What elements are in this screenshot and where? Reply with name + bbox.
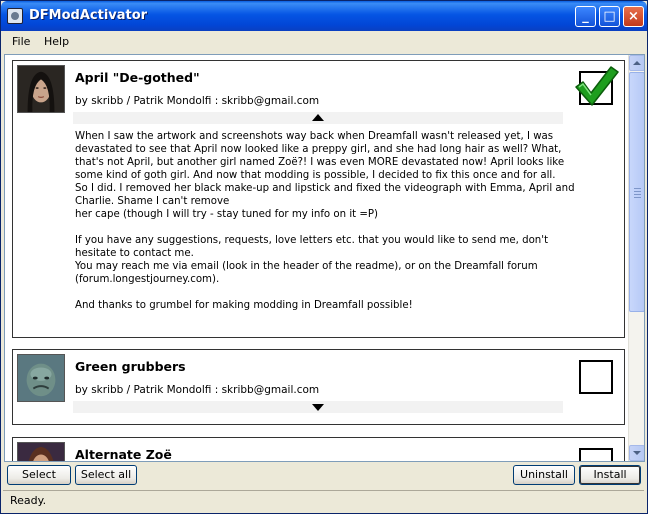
minimize-button[interactable]: _ — [575, 6, 596, 27]
expand-toggle[interactable] — [73, 401, 563, 413]
menu-file[interactable]: File — [12, 35, 30, 48]
app-icon[interactable] — [7, 8, 23, 24]
grip-line — [634, 197, 641, 198]
collapse-toggle[interactable] — [73, 112, 563, 124]
collapse-arrow-icon — [312, 114, 324, 121]
mod-panel-april: April "De-gothed" by skribb / Patrik Mon… — [12, 60, 625, 338]
mod-thumbnail-green-grubbers — [17, 354, 65, 402]
select-none-button[interactable]: Select none — [7, 465, 71, 499]
title-bar[interactable]: DFModActivator _ □ × — [1, 1, 647, 31]
mod-thumbnail-april — [17, 65, 65, 113]
menu-bar: File Help — [1, 31, 647, 52]
mod-description: When I saw the artwork and screenshots w… — [75, 130, 595, 325]
select-all-button[interactable]: Select all — [75, 465, 137, 485]
grip-line — [634, 194, 641, 195]
mod-title: April "De-gothed" — [75, 70, 200, 85]
window-title: DFModActivator — [29, 8, 148, 23]
mod-author: by skribb / Patrik Mondolfi : skribb@gma… — [75, 384, 320, 396]
mod-checkbox[interactable] — [579, 448, 613, 461]
maximize-button[interactable]: □ — [599, 6, 620, 27]
app-window: DFModActivator _ □ × File Help April "De… — [0, 0, 648, 514]
scroll-down-button[interactable] — [629, 445, 644, 461]
mod-checkbox[interactable] — [579, 360, 613, 394]
status-bar: Ready. — [3, 490, 644, 510]
grip-line — [634, 191, 641, 192]
install-button[interactable]: Install — [579, 465, 641, 485]
mod-list[interactable]: April "De-gothed" by skribb / Patrik Mon… — [4, 54, 645, 462]
description-paragraph: When I saw the artwork and screenshots w… — [75, 131, 575, 220]
scroll-thumb[interactable] — [629, 72, 644, 312]
mod-author: by skribb / Patrik Mondolfi : skribb@gma… — [75, 95, 320, 107]
scroll-up-button[interactable] — [629, 55, 644, 71]
mod-panel-alternate-zoe: Alternate Zoë — [12, 437, 625, 462]
expand-arrow-icon — [312, 404, 324, 411]
menu-help[interactable]: Help — [44, 35, 69, 48]
scroll-down-icon — [633, 451, 641, 455]
mod-panel-green-grubbers: Green grubbers by skribb / Patrik Mondol… — [12, 349, 625, 425]
mod-checkbox[interactable] — [575, 66, 619, 106]
mod-thumbnail-alternate-zoe — [17, 442, 65, 461]
checkmark-icon — [575, 66, 619, 106]
mod-title: Alternate Zoë — [75, 447, 172, 462]
close-button[interactable]: × — [623, 6, 644, 27]
mod-title: Green grubbers — [75, 359, 186, 374]
description-paragraph: And thanks to grumbel for making modding… — [75, 300, 413, 311]
grip-line — [634, 188, 641, 189]
vertical-scrollbar[interactable] — [628, 55, 644, 461]
description-paragraph: If you have any suggestions, requests, l… — [75, 235, 549, 285]
uninstall-button[interactable]: Uninstall — [513, 465, 575, 485]
status-text: Ready. — [10, 494, 47, 507]
scroll-up-icon — [633, 61, 641, 65]
